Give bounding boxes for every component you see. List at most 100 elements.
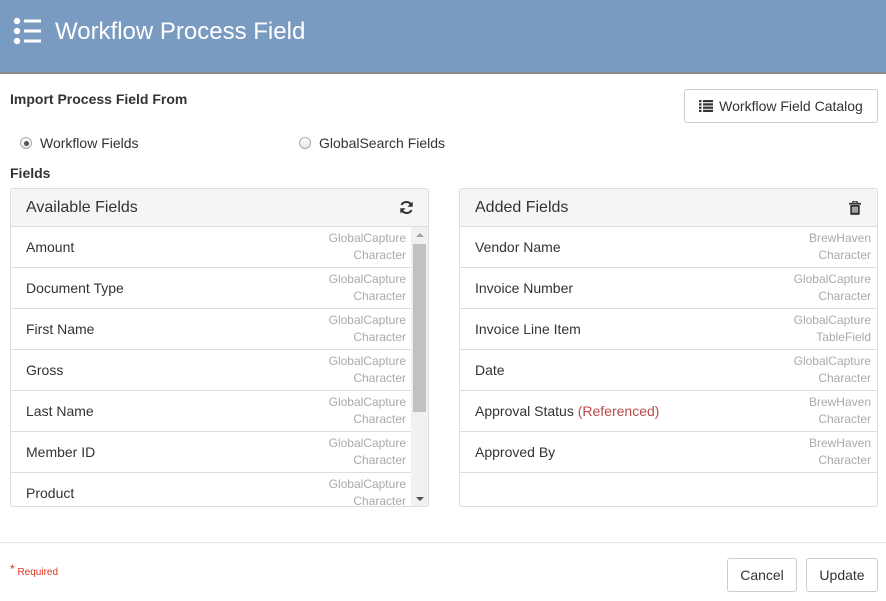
field-name-text: Approval Status xyxy=(475,403,574,419)
field-source: GlobalCapture xyxy=(328,231,406,245)
update-button[interactable]: Update xyxy=(806,558,878,592)
field-source: BrewHaven xyxy=(808,231,871,245)
field-meta: GlobalCapture Character xyxy=(329,435,406,469)
field-source: GlobalCapture xyxy=(793,272,871,286)
fields-label: Fields xyxy=(10,165,51,181)
field-meta: BrewHaven Character xyxy=(809,394,871,428)
field-type: Character xyxy=(353,289,406,303)
field-source: GlobalCapture xyxy=(328,272,406,286)
available-fields-title: Available Fields xyxy=(26,198,138,216)
field-name: Invoice Line Item xyxy=(475,321,581,337)
field-name: Approved By xyxy=(475,444,555,460)
added-field-row[interactable]: Invoice Number GlobalCapture Character xyxy=(460,268,877,309)
field-type: TableField xyxy=(816,330,871,344)
field-name-text: Invoice Line Item xyxy=(475,321,581,337)
catalog-button-label: Workflow Field Catalog xyxy=(719,98,863,114)
refresh-icon[interactable] xyxy=(398,200,414,216)
list-bullets-icon xyxy=(13,17,41,45)
available-fields-list: Amount GlobalCapture Character Document T… xyxy=(11,227,428,507)
scroll-up-arrow-icon[interactable] xyxy=(416,233,424,237)
field-meta: GlobalCapture Character xyxy=(329,394,406,428)
available-field-row[interactable]: Last Name GlobalCapture Character xyxy=(11,391,412,432)
field-name: Amount xyxy=(26,239,75,255)
available-field-row[interactable]: Amount GlobalCapture Character xyxy=(11,227,412,268)
footer-divider xyxy=(0,542,886,543)
available-field-row[interactable]: Member ID GlobalCapture Character xyxy=(11,432,412,473)
field-name: Gross xyxy=(26,362,64,378)
workflow-field-catalog-button[interactable]: Workflow Field Catalog xyxy=(684,89,878,123)
field-meta: GlobalCapture Character xyxy=(329,353,406,387)
available-field-row[interactable]: Product GlobalCapture Character xyxy=(11,473,412,507)
field-source: GlobalCapture xyxy=(328,313,406,327)
added-field-row[interactable]: Vendor Name BrewHaven Character xyxy=(460,227,877,268)
field-source: GlobalCapture xyxy=(793,354,871,368)
field-name-text: Invoice Number xyxy=(475,280,574,296)
field-type: Character xyxy=(353,371,406,385)
required-label: Required xyxy=(17,567,59,578)
scrollbar-thumb[interactable] xyxy=(413,244,426,412)
field-name: Last Name xyxy=(26,403,94,419)
field-type: Character xyxy=(818,248,871,262)
field-source: GlobalCapture xyxy=(328,436,406,450)
dialog-title: Workflow Process Field xyxy=(55,18,306,45)
available-field-row[interactable]: Gross GlobalCapture Character xyxy=(11,350,412,391)
import-from-label: Import Process Field From xyxy=(10,91,188,107)
added-field-row[interactable]: Date GlobalCapture Character xyxy=(460,350,877,391)
field-meta: GlobalCapture TableField xyxy=(794,312,871,346)
field-meta: GlobalCapture Character xyxy=(329,230,406,264)
field-meta: GlobalCapture Character xyxy=(328,476,406,507)
field-name: Approval Status (Referenced) xyxy=(475,403,659,419)
referenced-badge: (Referenced) xyxy=(577,403,660,419)
field-meta: GlobalCapture Character xyxy=(794,271,871,305)
added-field-row[interactable]: Invoice Line Item GlobalCapture TableFiel… xyxy=(460,309,877,350)
available-fields-header: Available Fields xyxy=(11,189,428,227)
field-source: GlobalCapture xyxy=(328,395,406,409)
radio-label: Workflow Fields xyxy=(40,135,139,151)
field-name: Product xyxy=(26,485,75,501)
field-source: GlobalCapture xyxy=(328,354,406,368)
required-star: * xyxy=(10,562,15,576)
added-fields-list: Vendor Name BrewHaven Character Invoice N… xyxy=(460,227,877,506)
field-source: BrewHaven xyxy=(808,436,871,450)
field-name: Document Type xyxy=(26,280,124,296)
radio-button-checked[interactable] xyxy=(20,137,32,149)
field-source: BrewHaven xyxy=(808,395,871,409)
field-type: Character xyxy=(818,453,871,467)
trash-icon[interactable] xyxy=(847,200,863,216)
field-type: Character xyxy=(353,248,406,262)
available-fields-panel: Available Fields Amount GlobalCapture Cha… xyxy=(10,188,429,507)
field-name: Invoice Number xyxy=(475,280,573,296)
field-meta: BrewHaven Character xyxy=(809,435,871,469)
field-type: Character xyxy=(818,289,871,303)
field-source: GlobalCapture xyxy=(793,313,871,327)
available-fields-scrollbar[interactable] xyxy=(411,227,428,506)
radio-globalsearch-fields[interactable]: GlobalSearch Fields xyxy=(299,135,445,151)
field-name: Member ID xyxy=(26,444,96,460)
available-field-row[interactable]: First Name GlobalCapture Character xyxy=(11,309,412,350)
added-fields-title: Added Fields xyxy=(475,198,569,216)
field-type: Character xyxy=(353,330,406,344)
added-field-row[interactable]: Approved By BrewHaven Character xyxy=(460,432,877,473)
field-name: Vendor Name xyxy=(475,239,561,255)
list-icon xyxy=(699,100,714,112)
cancel-button[interactable]: Cancel xyxy=(727,558,797,592)
added-fields-panel: Added Fields Vendor Name BrewHaven Charac… xyxy=(459,188,878,507)
radio-button-unchecked[interactable] xyxy=(299,137,311,149)
available-field-row[interactable]: Document Type GlobalCapture Character xyxy=(11,268,412,309)
field-type: Character xyxy=(818,412,871,426)
added-field-row[interactable]: Approval Status (Referenced) BrewHaven Ch… xyxy=(460,391,877,432)
field-type: Character xyxy=(818,371,871,385)
field-meta: GlobalCapture Character xyxy=(329,271,406,305)
added-fields-header: Added Fields xyxy=(460,189,877,227)
field-type: Character xyxy=(353,453,406,467)
radio-workflow-fields[interactable]: Workflow Fields xyxy=(20,135,139,151)
field-name-text: Vendor Name xyxy=(475,239,561,255)
field-meta: GlobalCapture Character xyxy=(794,353,871,387)
field-name: First Name xyxy=(26,321,95,337)
field-meta: GlobalCapture Character xyxy=(329,312,406,346)
field-type: Character xyxy=(353,494,406,507)
scroll-down-arrow-icon[interactable] xyxy=(416,497,424,501)
field-source: GlobalCapture xyxy=(328,477,406,491)
required-note: * Required xyxy=(10,562,58,578)
field-name: Date xyxy=(475,362,505,378)
